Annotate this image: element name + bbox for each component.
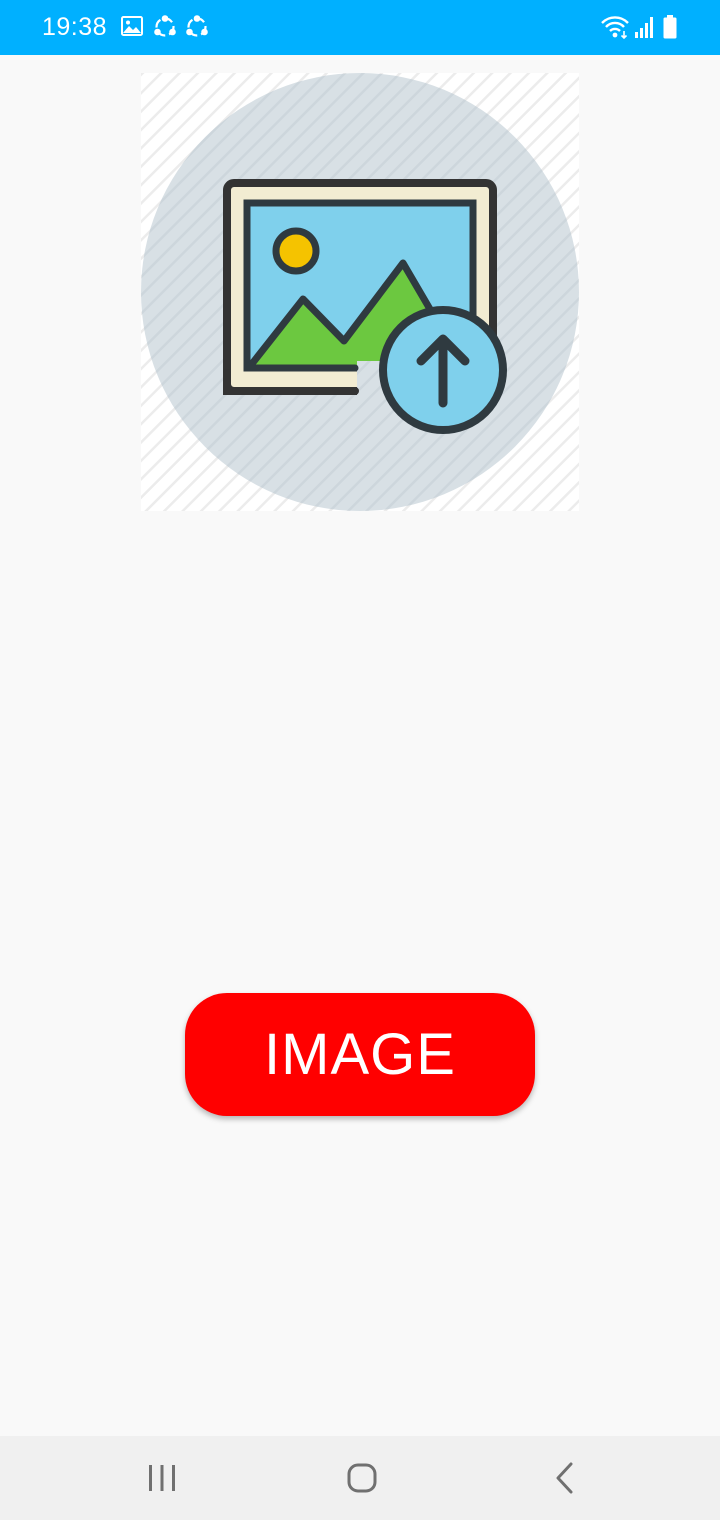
recent-apps-icon[interactable] [142, 1458, 182, 1498]
image-upload-icon[interactable] [141, 73, 579, 511]
wifi-icon [601, 16, 629, 40]
signal-icon [635, 17, 653, 38]
status-bar: 19:38 [0, 0, 720, 55]
navigation-bar [0, 1436, 720, 1520]
gallery-notification-icon [121, 16, 143, 36]
share-notification-icon [154, 15, 176, 37]
battery-icon [663, 15, 677, 39]
back-icon[interactable] [544, 1458, 584, 1498]
system-status-icons [600, 14, 680, 42]
image-button[interactable]: IMAGE [185, 993, 535, 1116]
share-notification-icon [186, 15, 208, 37]
main-content: IMAGE [0, 55, 720, 1436]
home-icon[interactable] [342, 1458, 382, 1498]
status-time: 19:38 [42, 13, 108, 41]
